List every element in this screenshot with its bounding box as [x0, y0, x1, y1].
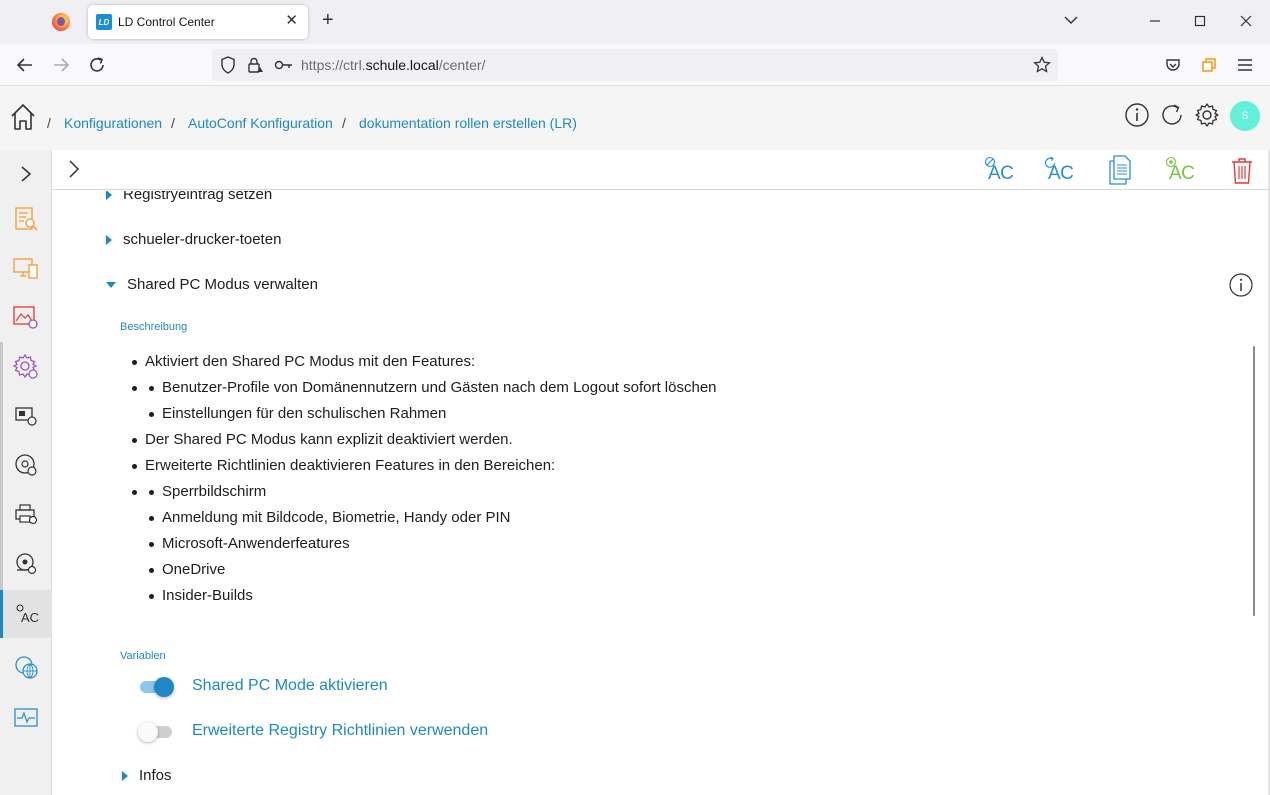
variables-label: Variablen: [120, 650, 166, 662]
close-window-icon[interactable]: [1237, 12, 1255, 30]
shared-pc-mode-toggle[interactable]: [138, 677, 174, 697]
copy-document-button[interactable]: [1106, 155, 1140, 186]
sidebar-item-hardware-icon[interactable]: [0, 392, 51, 440]
new-tab-button[interactable]: +: [322, 10, 334, 30]
refresh-icon[interactable]: [1159, 102, 1185, 128]
tree-item-schueler-drucker[interactable]: schueler-drucker-toeten: [106, 231, 281, 248]
registry-richtlinien-toggle[interactable]: [138, 722, 174, 742]
list-item: Einstellungen für den schulischen Rahmen: [122, 401, 717, 427]
tree-item-shared-pc-modus[interactable]: Shared PC Modus verwalten: [106, 276, 318, 293]
disable-autoconf-button[interactable]: AC: [982, 156, 1016, 186]
left-sidebar: AC: [0, 150, 52, 795]
sidebar-item-configurations-gear-icon[interactable]: [0, 343, 51, 391]
forward-arrow-icon[interactable]: [51, 55, 71, 75]
tree-item-registryeintrag[interactable]: Registryeintrag setzen: [106, 191, 272, 203]
breadcrumb-separator: /: [47, 115, 51, 131]
tracking-shield-icon[interactable]: [218, 55, 238, 75]
autoconf-label: AC: [988, 163, 1014, 184]
registry-richtlinien-label[interactable]: Erweiterte Registry Richtlinien verwende…: [192, 722, 488, 740]
bookmark-star-icon[interactable]: [1032, 55, 1052, 75]
home-icon[interactable]: [10, 103, 36, 136]
svg-text:AC: AC: [21, 610, 39, 625]
breadcrumb-konfigurationen[interactable]: Konfigurationen: [64, 115, 162, 131]
list-tabs-chevron-down-icon[interactable]: [1064, 12, 1078, 30]
variable-shared-pc-mode: Shared PC Mode aktivieren: [138, 677, 388, 697]
config-toolbar: AC AC AC: [52, 150, 1270, 190]
url-text[interactable]: https://ctrl.schule.local/center/: [301, 57, 485, 73]
close-tab-icon[interactable]: ✕: [285, 13, 298, 29]
app-header: / Konfigurationen / AutoConf Konfigurati…: [0, 86, 1270, 150]
url-bar[interactable]: https://ctrl.schule.local/center/: [212, 49, 1058, 81]
pocket-icon[interactable]: [1163, 55, 1183, 75]
sidebar-item-network-globe-icon[interactable]: [0, 643, 51, 691]
info-icon[interactable]: [1124, 102, 1150, 128]
list-item: Benutzer-Profile von Domänennutzern und …: [122, 375, 717, 401]
sidebar-item-drives-icon[interactable]: [0, 540, 51, 588]
extension-containers-icon[interactable]: [1199, 55, 1219, 75]
config-content: Registryeintrag setzen schueler-drucker-…: [52, 191, 1270, 795]
expand-caret-right-icon[interactable]: [106, 234, 112, 245]
expand-panel-chevron-right-icon[interactable]: [68, 159, 80, 184]
tab-title: LD Control Center: [118, 15, 215, 29]
list-item: Sperrbildschirm: [122, 479, 717, 505]
user-avatar[interactable]: S: [1230, 101, 1260, 131]
lock-warning-icon[interactable]: [245, 55, 265, 75]
tree-item-infos[interactable]: Infos: [122, 767, 172, 784]
description-list: Aktiviert den Shared PC Modus mit den Fe…: [122, 349, 717, 609]
collapse-caret-down-icon[interactable]: [106, 281, 116, 288]
list-item: OneDrive: [122, 557, 717, 583]
delete-trash-button[interactable]: [1228, 156, 1262, 186]
description-label: Beschreibung: [120, 321, 188, 333]
sidebar-item-images-icon[interactable]: [0, 293, 51, 341]
list-item: Erweiterte Richtlinien deaktivieren Feat…: [122, 453, 717, 479]
shared-pc-mode-label[interactable]: Shared PC Mode aktivieren: [192, 677, 388, 695]
browser-tab-bar: LD LD Control Center ✕ +: [0, 0, 1270, 44]
key-icon[interactable]: [274, 55, 294, 75]
description-scrollbar[interactable]: [1253, 346, 1255, 616]
sidebar-item-software-disc-icon[interactable]: [0, 441, 51, 489]
autoconf-label: AC: [1048, 163, 1074, 184]
list-item: Der Shared PC Modus kann explizit deakti…: [122, 427, 717, 453]
browser-nav-bar: https://ctrl.schule.local/center/: [0, 44, 1270, 86]
variable-registry-richtlinien: Erweiterte Registry Richtlinien verwende…: [138, 722, 488, 742]
item-info-icon[interactable]: [1229, 273, 1253, 297]
list-item: Aktiviert den Shared PC Modus mit den Fe…: [122, 349, 717, 375]
minimize-window-icon[interactable]: [1146, 12, 1164, 30]
back-arrow-icon[interactable]: [15, 55, 35, 75]
browser-tab-ld-control-center[interactable]: LD LD Control Center ✕: [88, 5, 308, 39]
expand-caret-right-icon[interactable]: [106, 191, 112, 200]
breadcrumb-current-config[interactable]: dokumentation rollen erstellen (LR): [359, 115, 577, 131]
sidebar-expand-chevron-right-icon[interactable]: [0, 150, 51, 198]
breadcrumb-separator: /: [342, 115, 346, 131]
hamburger-menu-icon[interactable]: [1235, 55, 1255, 75]
sidebar-item-monitoring-icon[interactable]: [0, 694, 51, 742]
breadcrumb-autoconf-konfiguration[interactable]: AutoConf Konfiguration: [188, 115, 333, 131]
breadcrumb-separator: /: [171, 115, 175, 131]
add-autoconf-button[interactable]: AC: [1163, 156, 1197, 186]
sidebar-item-autoconf-icon[interactable]: AC: [0, 590, 51, 638]
list-item: Microsoft-Anwenderfeatures: [122, 531, 717, 557]
sidebar-item-printers-icon[interactable]: [0, 490, 51, 538]
firefox-logo-icon: [52, 13, 70, 31]
autoconf-label: AC: [1169, 163, 1195, 184]
list-item: Anmeldung mit Bildcode, Biometrie, Handy…: [122, 505, 717, 531]
refresh-autoconf-button[interactable]: AC: [1042, 156, 1076, 186]
maximize-window-icon[interactable]: [1191, 12, 1209, 30]
sidebar-item-devices-icon[interactable]: [0, 244, 51, 292]
ld-favicon-icon: LD: [96, 14, 112, 30]
settings-gear-icon[interactable]: [1194, 102, 1220, 128]
reload-icon[interactable]: [87, 55, 107, 75]
sidebar-item-reports-icon[interactable]: [0, 195, 51, 243]
list-item: Insider-Builds: [122, 583, 717, 609]
expand-caret-right-icon[interactable]: [122, 770, 128, 781]
